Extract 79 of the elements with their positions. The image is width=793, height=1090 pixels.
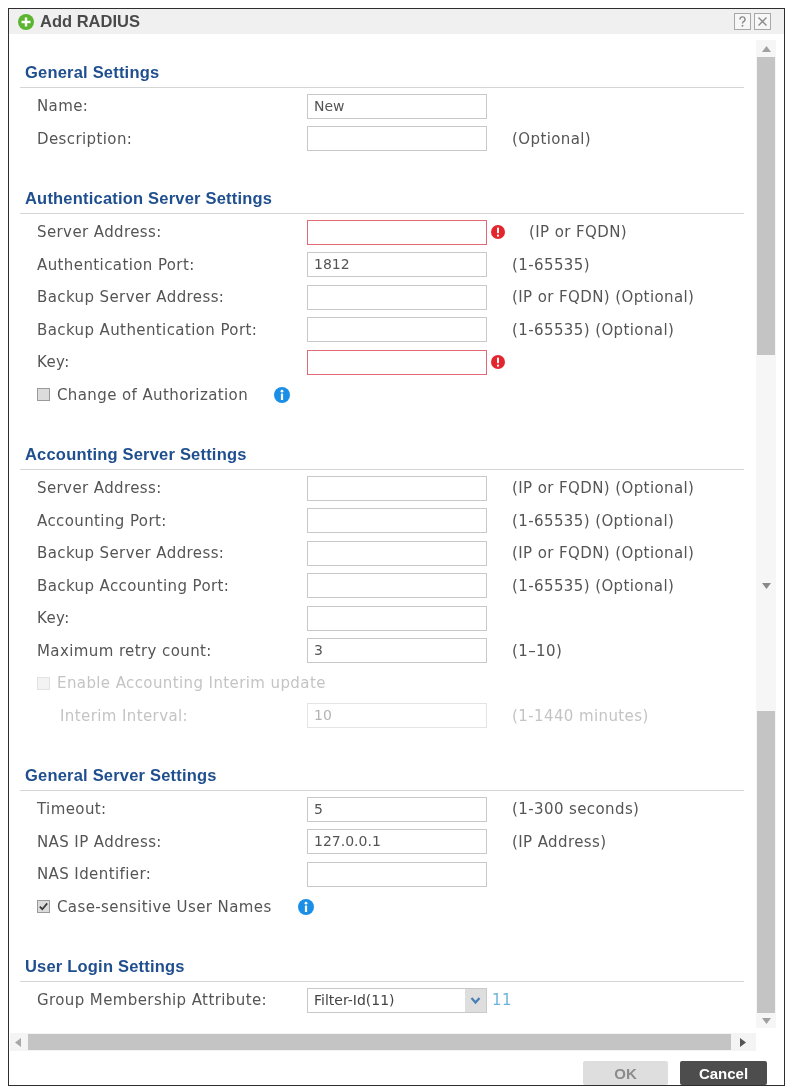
field-label: Server Address: — [37, 223, 163, 242]
field-hint: (1-65535) (Optional) — [512, 320, 675, 339]
text-field[interactable] — [307, 349, 487, 375]
field-label: Server Address: — [37, 479, 163, 498]
text-field[interactable] — [307, 284, 487, 310]
checkbox[interactable] — [37, 900, 50, 914]
field-label: Backup Server Address: — [37, 288, 226, 307]
text-field[interactable]: 3 — [307, 638, 487, 664]
help-icon[interactable] — [734, 13, 751, 30]
field-hint: (IP Address) — [512, 832, 607, 851]
text-field[interactable]: 127.0.0.1 — [307, 829, 487, 855]
text-field[interactable]: 1812 — [307, 252, 487, 278]
section-heading: Authentication Server Settings — [25, 189, 273, 207]
field-label: Key: — [37, 609, 71, 628]
field-hint: (IP or FQDN) (Optional) — [512, 288, 695, 307]
field-hint: (Optional) — [512, 129, 592, 148]
field-hint: (1-65535) (Optional) — [512, 576, 675, 595]
info-icon[interactable] — [274, 386, 291, 403]
text-field[interactable] — [307, 475, 487, 501]
text-field[interactable]: New — [307, 93, 487, 119]
field-label: Accounting Port: — [37, 511, 168, 530]
field-label: NAS Identifier: — [37, 865, 153, 884]
section-heading: General Settings — [25, 63, 160, 81]
section-heading: General Server Settings — [25, 766, 217, 784]
field-label: Name: — [37, 97, 90, 116]
field-hint: (IP or FQDN) (Optional) — [512, 544, 695, 563]
scrollbar-thumb[interactable] — [757, 711, 775, 1013]
checkbox-label: Change of Authorization — [57, 385, 249, 404]
window-title: Add RADIUS — [40, 12, 140, 31]
field-label: Maximum retry count: — [37, 641, 213, 660]
checkbox[interactable] — [37, 388, 50, 402]
error-icon — [491, 225, 505, 240]
scroll-down-icon[interactable] — [761, 1018, 771, 1024]
text-field[interactable] — [307, 605, 487, 631]
scroll-down-icon[interactable] — [761, 583, 771, 589]
field-label: NAS IP Address: — [37, 832, 163, 851]
plus-circle-icon — [18, 13, 34, 30]
text-field[interactable] — [307, 861, 487, 887]
field-hint: (1-65535) (Optional) — [512, 511, 675, 530]
section-heading: Accounting Server Settings — [25, 445, 247, 463]
checkbox-label: Case-sensitive User Names — [57, 897, 272, 916]
scrollbar-thumb[interactable] — [757, 57, 775, 355]
field-label: Key: — [37, 353, 71, 372]
vertical-scrollbar[interactable] — [756, 40, 776, 1028]
text-field[interactable] — [307, 317, 487, 343]
field-label: Authentication Port: — [37, 255, 196, 274]
scroll-right-icon[interactable] — [740, 1037, 746, 1047]
text-field[interactable] — [307, 219, 487, 245]
section-heading: User Login Settings — [25, 957, 185, 975]
checkbox-label: Enable Accounting Interim update — [57, 674, 326, 693]
dialog-button[interactable]: Cancel — [680, 1061, 767, 1085]
caret-icon[interactable] — [465, 988, 486, 1012]
horizontal-scrollbar[interactable] — [10, 1033, 756, 1051]
scroll-left-icon[interactable] — [15, 1037, 21, 1047]
field-label: Backup Accounting Port: — [37, 576, 231, 595]
field-hint: (1-65535) — [512, 255, 590, 274]
text-field[interactable] — [307, 126, 487, 152]
field-label: Group Membership Attribute: — [37, 991, 268, 1010]
field-label: Timeout: — [37, 800, 108, 819]
scroll-up-icon[interactable] — [761, 46, 771, 52]
field-hint: (IP or FQDN) — [529, 223, 628, 242]
attribute-id-text: 11 — [492, 991, 512, 1010]
field-hint: (1-1440 minutes) — [512, 706, 649, 725]
text-field[interactable] — [307, 540, 487, 566]
scrollbar-thumb[interactable] — [28, 1034, 731, 1050]
close-icon[interactable] — [754, 13, 771, 30]
text-field[interactable]: 5 — [307, 796, 487, 822]
field-label: Description: — [37, 129, 134, 148]
field-hint: (1-300 seconds) — [512, 800, 640, 819]
field-label: Backup Server Address: — [37, 544, 226, 563]
dropdown-select[interactable]: Filter-Id(11) — [307, 987, 487, 1013]
field-hint: (1–10) — [512, 641, 563, 660]
info-icon[interactable] — [297, 898, 314, 915]
text-field[interactable] — [307, 573, 487, 599]
error-icon — [491, 355, 505, 370]
field-label: Interim Interval: — [60, 706, 190, 725]
field-label: Backup Authentication Port: — [37, 320, 259, 339]
field-hint: (IP or FQDN) (Optional) — [512, 479, 695, 498]
text-field[interactable] — [307, 508, 487, 534]
